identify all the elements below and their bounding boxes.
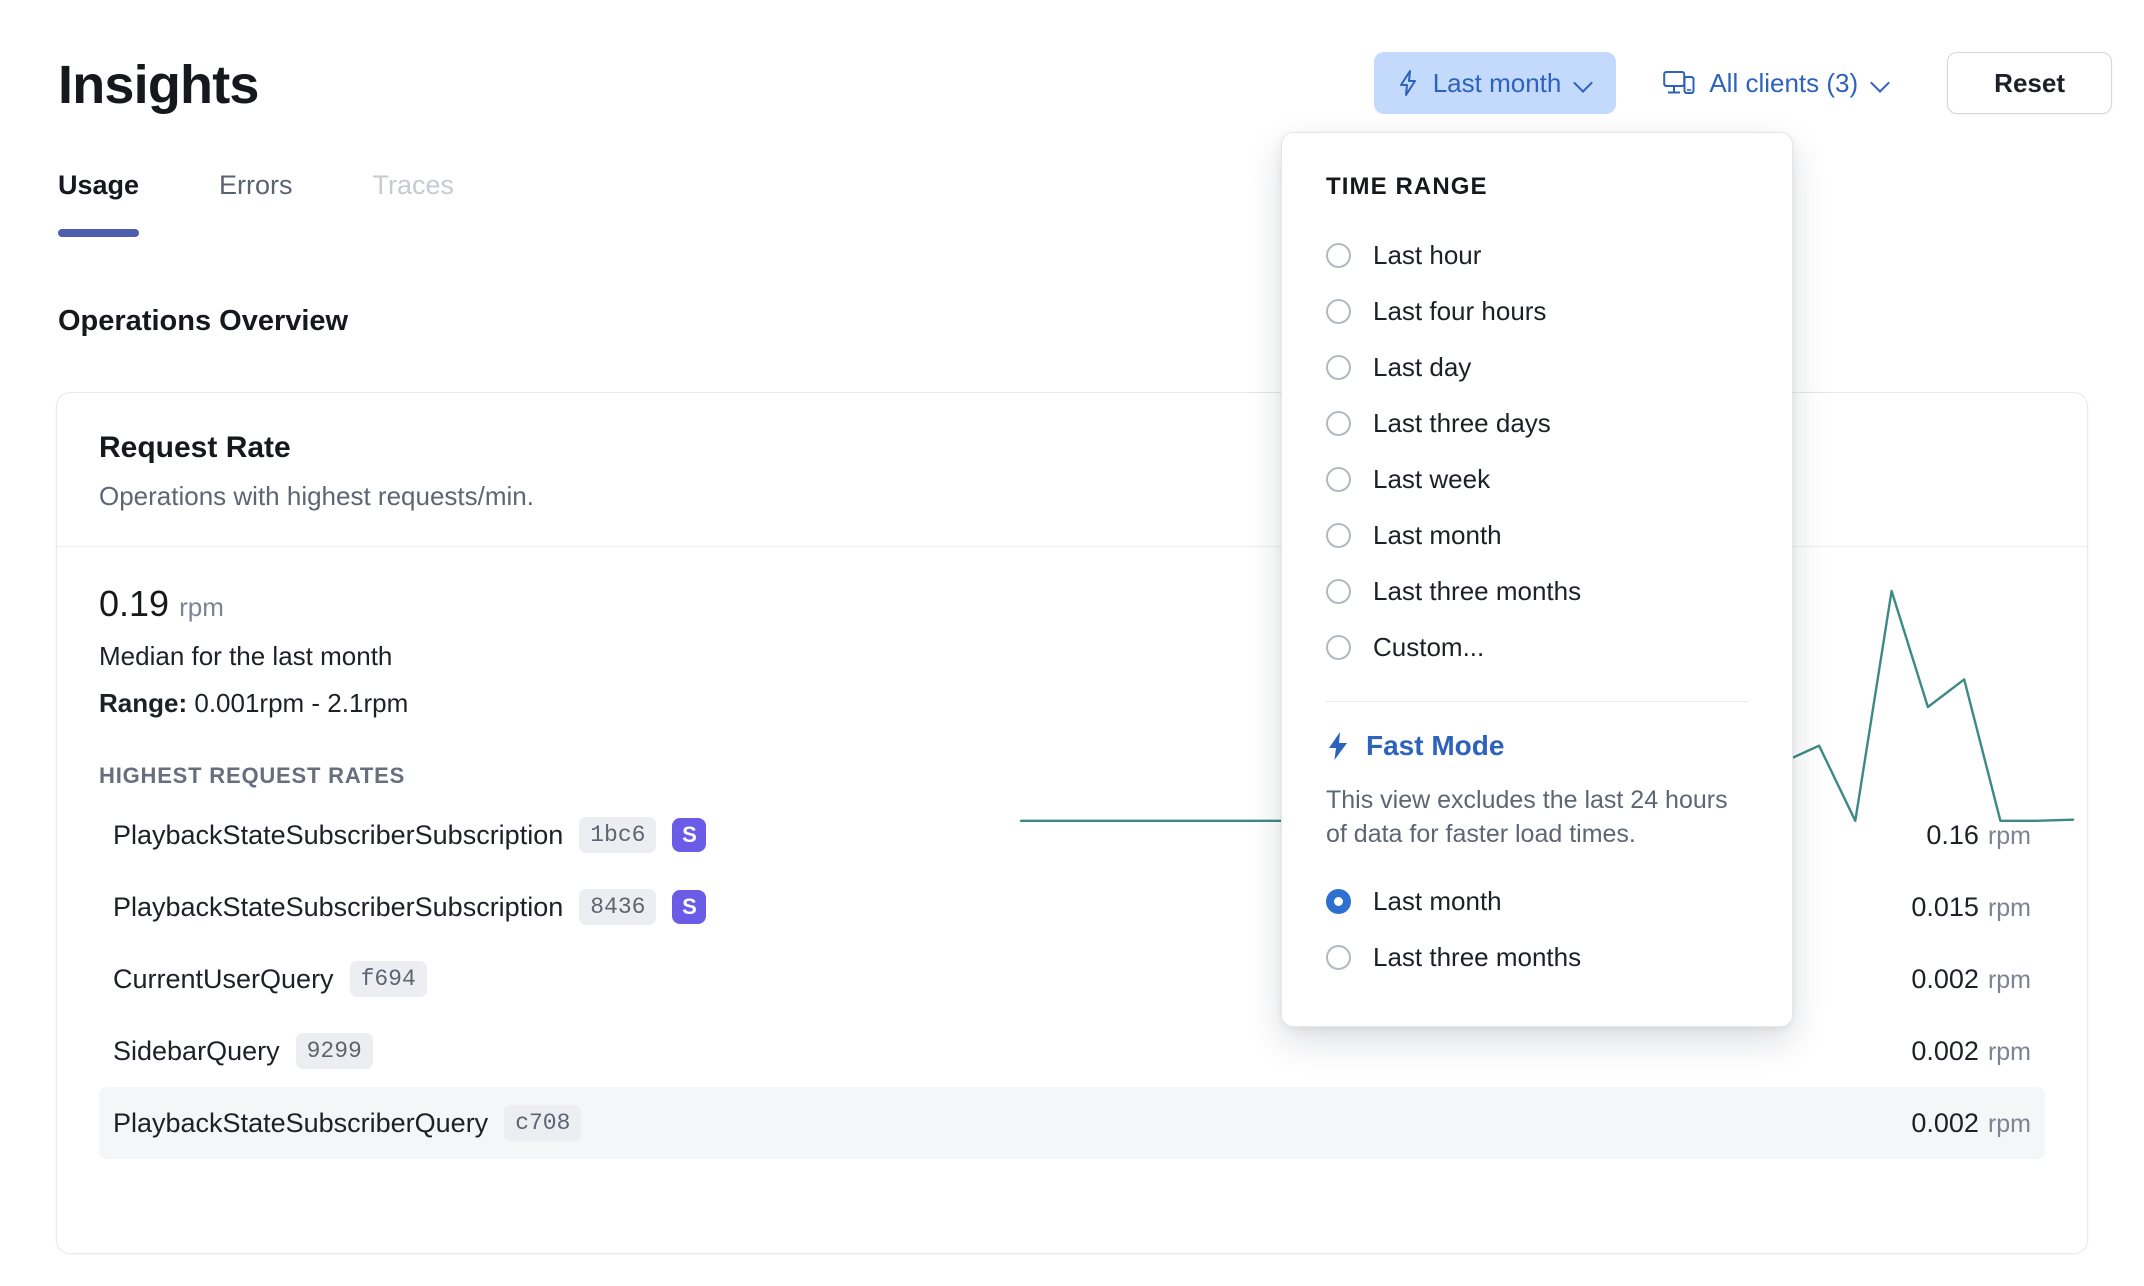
devices-icon <box>1663 70 1695 96</box>
row-value: 0.16 rpm <box>1926 820 2031 851</box>
range-value: 0.001rpm - 2.1rpm <box>194 688 408 718</box>
reset-button[interactable]: Reset <box>1947 52 2112 114</box>
radio-icon[interactable] <box>1326 299 1351 324</box>
median-unit: rpm <box>179 592 224 623</box>
chevron-down-icon <box>1575 74 1593 92</box>
operation-name: CurrentUserQuery <box>113 964 334 995</box>
row-identity: PlaybackStateSubscriberSubscription 1bc6… <box>113 817 706 853</box>
chevron-down-icon <box>1872 74 1890 92</box>
option-label: Last day <box>1373 352 1471 383</box>
operation-name: PlaybackStateSubscriberSubscription <box>113 820 563 851</box>
option-last-week[interactable]: Last week <box>1326 451 1748 507</box>
operation-rate-unit: rpm <box>1988 1038 2031 1067</box>
option-custom[interactable]: Custom... <box>1326 619 1748 675</box>
dropdown-section-label: TIME RANGE <box>1326 173 1748 201</box>
option-label: Last month <box>1373 886 1502 917</box>
operation-rate-unit: rpm <box>1988 894 2031 923</box>
fast-mode-description: This view excludes the last 24 hours of … <box>1326 784 1748 852</box>
operation-rate-unit: rpm <box>1988 822 2031 851</box>
fast-mode-header: Fast Mode <box>1326 730 1748 762</box>
operation-rate: 0.002 <box>1911 1036 1979 1067</box>
section-title: Operations Overview <box>58 305 348 338</box>
row-identity: SidebarQuery 9299 <box>113 1033 373 1069</box>
radio-icon[interactable] <box>1326 467 1351 492</box>
option-label: Last three days <box>1373 408 1551 439</box>
radio-icon[interactable] <box>1326 579 1351 604</box>
clients-filter-label: All clients (3) <box>1709 68 1858 99</box>
row-value: 0.002 rpm <box>1911 1036 2031 1067</box>
radio-icon[interactable] <box>1326 635 1351 660</box>
table-row[interactable]: PlaybackStateSubscriberQuery c708 0.002 … <box>99 1087 2045 1159</box>
row-identity: PlaybackStateSubscriberQuery c708 <box>113 1105 581 1141</box>
operation-name: SidebarQuery <box>113 1036 280 1067</box>
time-range-button-label: Last month <box>1433 68 1562 99</box>
fast-option-last-three-months[interactable]: Last three months <box>1326 930 1748 986</box>
operation-hash: 1bc6 <box>579 817 656 853</box>
option-last-month[interactable]: Last month <box>1326 507 1748 563</box>
subscription-badge: S <box>672 890 706 924</box>
operation-rate-unit: rpm <box>1988 966 2031 995</box>
option-last-three-days[interactable]: Last three days <box>1326 395 1748 451</box>
lightning-bolt-icon <box>1397 69 1419 97</box>
operation-hash: 8436 <box>579 889 656 925</box>
fast-mode-title: Fast Mode <box>1366 730 1504 762</box>
radio-icon[interactable] <box>1326 945 1351 970</box>
option-label: Last week <box>1373 464 1490 495</box>
operation-hash: f694 <box>350 961 427 997</box>
tab-errors[interactable]: Errors <box>219 170 293 237</box>
option-label: Last month <box>1373 520 1502 551</box>
radio-icon[interactable] <box>1326 411 1351 436</box>
tab-traces[interactable]: Traces <box>373 170 455 237</box>
option-last-three-months[interactable]: Last three months <box>1326 563 1748 619</box>
insights-page: Insights Last month All clients (3) <box>0 0 2144 1286</box>
option-label: Last three months <box>1373 576 1581 607</box>
operation-rate: 0.16 <box>1926 820 1979 851</box>
option-last-four-hours[interactable]: Last four hours <box>1326 283 1748 339</box>
page-title: Insights <box>58 54 259 116</box>
time-range-button[interactable]: Last month <box>1374 52 1617 114</box>
radio-icon[interactable] <box>1326 355 1351 380</box>
radio-icon[interactable] <box>1326 243 1351 268</box>
tab-bar: Usage Errors Traces <box>58 170 534 237</box>
row-value: 0.015 rpm <box>1911 892 2031 923</box>
reset-button-label: Reset <box>1994 68 2065 99</box>
operation-name: PlaybackStateSubscriberQuery <box>113 1108 488 1139</box>
subscription-badge: S <box>672 818 706 852</box>
operation-hash: 9299 <box>296 1033 373 1069</box>
row-value: 0.002 rpm <box>1911 1108 2031 1139</box>
clients-filter-button[interactable]: All clients (3) <box>1640 52 1913 114</box>
time-range-dropdown: TIME RANGE Last hour Last four hours Las… <box>1281 132 1793 1027</box>
fast-option-last-month[interactable]: Last month <box>1326 874 1748 930</box>
operation-rate: 0.015 <box>1911 892 1979 923</box>
option-label: Last four hours <box>1373 296 1546 327</box>
option-last-day[interactable]: Last day <box>1326 339 1748 395</box>
operation-name: PlaybackStateSubscriberSubscription <box>113 892 563 923</box>
radio-icon[interactable] <box>1326 523 1351 548</box>
lightning-bolt-icon <box>1326 731 1350 761</box>
range-label: Range: <box>99 688 187 718</box>
operation-hash: c708 <box>504 1105 581 1141</box>
radio-icon-selected[interactable] <box>1326 889 1351 914</box>
option-label: Last three months <box>1373 942 1581 973</box>
operation-rate-unit: rpm <box>1988 1110 2031 1139</box>
median-value: 0.19 <box>99 583 169 625</box>
operation-rate: 0.002 <box>1911 964 1979 995</box>
row-value: 0.002 rpm <box>1911 964 2031 995</box>
option-last-hour[interactable]: Last hour <box>1326 227 1748 283</box>
dropdown-divider <box>1326 701 1748 702</box>
tab-usage[interactable]: Usage <box>58 170 139 237</box>
operation-rate: 0.002 <box>1911 1108 1979 1139</box>
toolbar: Last month All clients (3) Reset <box>1374 52 2112 114</box>
option-label: Custom... <box>1373 632 1484 663</box>
row-identity: CurrentUserQuery f694 <box>113 961 427 997</box>
row-identity: PlaybackStateSubscriberSubscription 8436… <box>113 889 706 925</box>
option-label: Last hour <box>1373 240 1481 271</box>
